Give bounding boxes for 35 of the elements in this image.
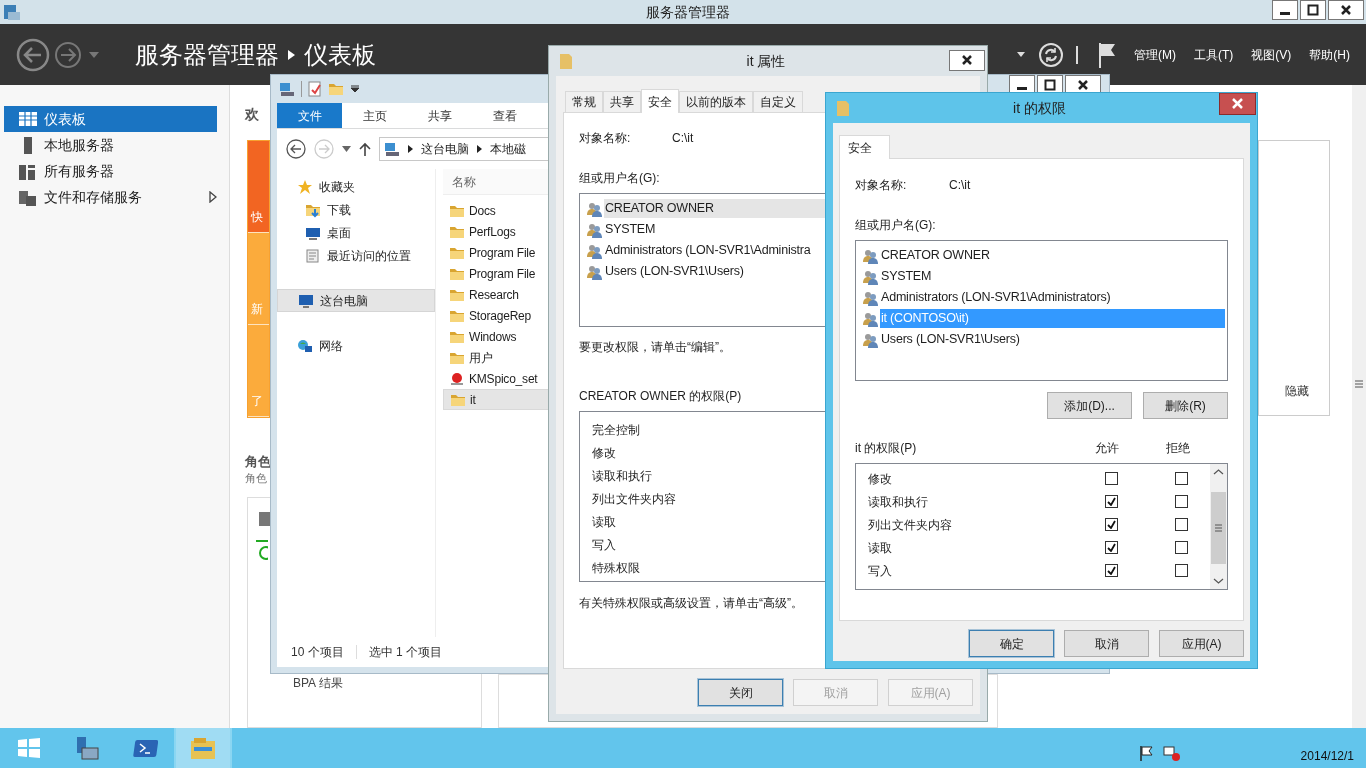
permission-name: 读取和执行 [867, 493, 929, 511]
field-value: C:\it [949, 177, 971, 194]
window-title: 服务器管理器 [645, 2, 731, 22]
page-title: 仪表板 [304, 39, 376, 70]
field-label: 对象名称: [855, 177, 908, 194]
section-subtitle: 角色 [245, 471, 267, 486]
column-label: 允许 [1095, 440, 1120, 457]
column-label: 拒绝 [1166, 440, 1190, 457]
dialog-title: it 属性 [745, 51, 787, 71]
bpa-label: BPA 结果 [293, 675, 343, 692]
permission-name: 写入 [867, 562, 893, 580]
clock-date: 2014/12/1 [1300, 748, 1354, 765]
hint-text: 要更改权限，请单击“编辑”。 [579, 339, 731, 356]
permission-name: 修改 [867, 470, 893, 488]
permission-name: 完全控制 [592, 421, 640, 439]
permission-name: 特殊权限 [592, 559, 640, 577]
permission-name: 列出文件夹内容 [867, 516, 953, 534]
permission-name: 读取 [867, 539, 893, 557]
permission-name: 写入 [592, 536, 616, 554]
field-value: C:\it [672, 130, 694, 147]
dialog-title: it 的权限 [1012, 98, 1067, 118]
field-label: 组或用户名(G): [579, 170, 660, 187]
field-label: CREATOR OWNER 的权限(P) [579, 388, 742, 405]
item-count: 10 个项目 [291, 644, 344, 661]
permission-name: 读取 [592, 513, 616, 531]
field-label: it 的权限(P) [855, 440, 918, 457]
section-heading: 角色 [245, 453, 271, 471]
section-heading: 欢 [245, 105, 259, 124]
permission-name: 修改 [592, 444, 616, 462]
field-label: 对象名称: [579, 130, 632, 147]
field-label: 组或用户名(G): [855, 217, 936, 234]
hint-text: 有关特殊权限或高级设置，请单击“高级”。 [579, 595, 803, 612]
permission-name: 列出文件夹内容 [592, 490, 676, 508]
selection-count: 选中 1 个项目 [368, 644, 443, 661]
permission-name: 读取和执行 [592, 467, 652, 485]
